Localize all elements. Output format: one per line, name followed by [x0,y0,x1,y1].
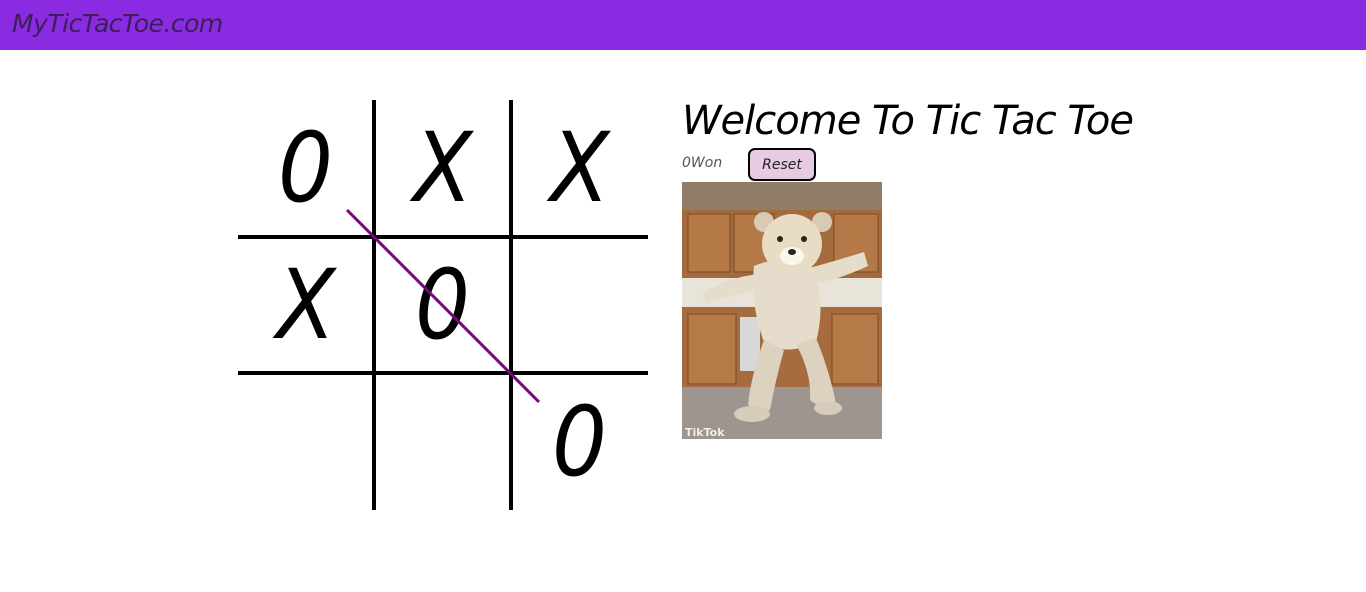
grid-line-vertical-2 [509,100,513,510]
grid-line-horizontal-2 [238,371,648,375]
bear-image: TikTok [682,182,882,439]
reset-button[interactable]: Reset [748,148,816,181]
grid-line-vertical-1 [372,100,376,510]
game-board: 0 X X X 0 0 [238,100,648,510]
board-cell-3-3[interactable]: 0 [512,374,648,510]
gif-watermark: TikTok [685,426,725,439]
board-cell-2-1[interactable]: X [238,237,374,373]
board-cell-2-3[interactable] [512,237,648,373]
game-status: 0Won [682,155,723,171]
cell-mark: 0 [415,249,471,361]
cell-mark: 0 [278,112,334,224]
board-cell-1-3[interactable]: X [512,100,648,236]
board-cell-2-2[interactable]: 0 [375,237,511,373]
cell-mark: X [550,112,610,224]
board-cell-3-2[interactable] [375,374,511,510]
dancing-bear-gif: TikTok [682,182,882,439]
cell-mark: X [413,112,473,224]
cell-mark: 0 [552,386,608,498]
board-cell-1-2[interactable]: X [375,100,511,236]
page-title: Welcome To Tic Tac Toe [682,98,1134,144]
cell-mark: X [276,249,336,361]
status-row: 0Won Reset [682,148,1102,182]
info-panel: Welcome To Tic Tac Toe 0Won Reset [682,98,1134,181]
board-cell-1-1[interactable]: 0 [238,100,374,236]
grid-line-horizontal-1 [238,235,648,239]
board-cell-3-1[interactable] [238,374,374,510]
navbar: MyTicTacToe.com [0,0,1366,50]
brand-link[interactable]: MyTicTacToe.com [12,9,223,38]
